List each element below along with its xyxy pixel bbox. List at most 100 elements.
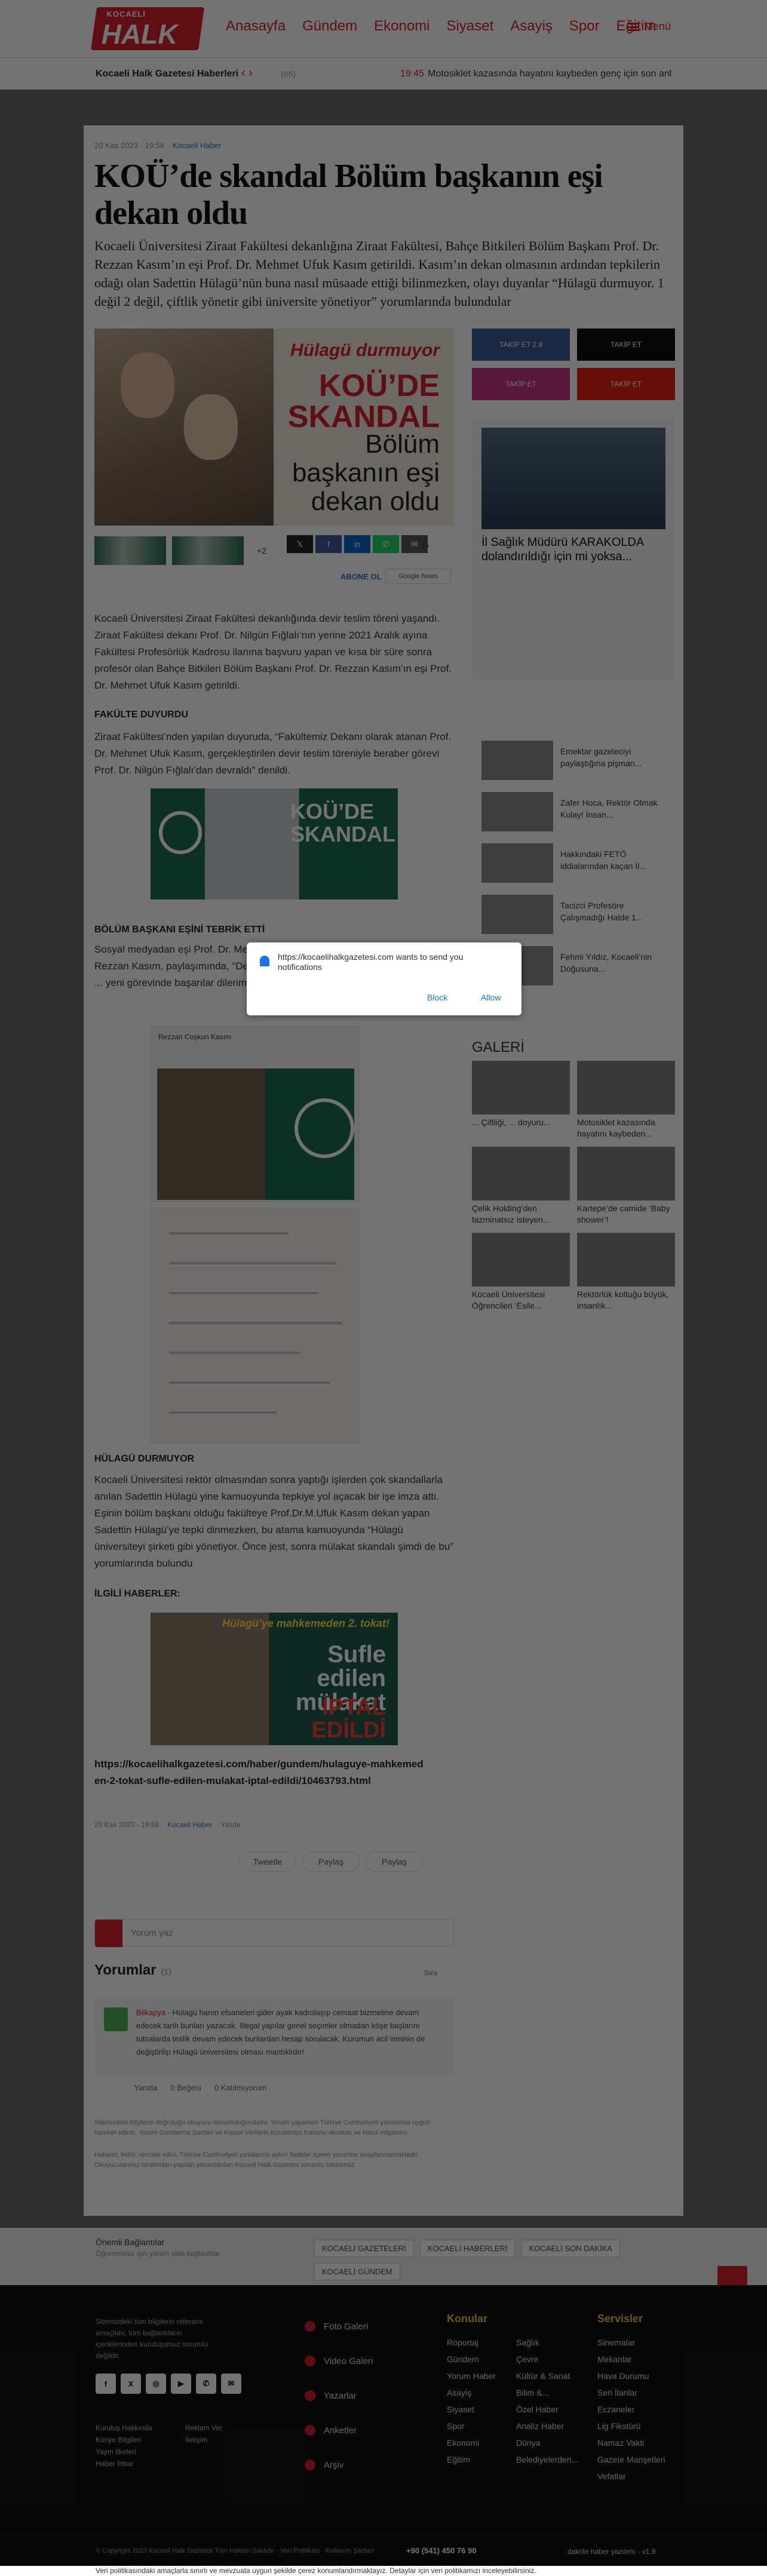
media-link[interactable]: Arşiv	[305, 2460, 373, 2470]
service-link[interactable]: Namaz Vakti	[597, 2434, 665, 2451]
topic-link[interactable]: Gündem	[447, 2351, 496, 2368]
nav-item-spor[interactable]: Spor	[569, 18, 600, 35]
whatsapp-icon[interactable]: ✆	[373, 535, 399, 553]
phone-icon[interactable]: ✆	[196, 2374, 216, 2394]
tag-link[interactable]: KOCAELİ GAZETELERİ	[314, 2240, 414, 2257]
facebook-icon[interactable]: f	[315, 535, 342, 553]
nav-item-siyaset[interactable]: Siyaset	[447, 18, 494, 35]
sidebar-news-item[interactable]: Hakkındaki FETÖ iddialarından kaçan İl..…	[481, 843, 665, 883]
related-news-image[interactable]: Hülagü’ye mahkemeden 2. tokat! Sufle edi…	[151, 1613, 398, 1745]
phone-number[interactable]: +90 (541) 450 76 90	[406, 2546, 476, 2555]
topic-link[interactable]: Yorum Haber	[447, 2368, 496, 2384]
media-link[interactable]: Foto Galeri	[305, 2321, 373, 2332]
document-image[interactable]	[151, 1208, 360, 1443]
service-link[interactable]: Mekanlar	[597, 2351, 665, 2368]
topic-link[interactable]: Eğitim	[447, 2451, 496, 2468]
menu-button[interactable]: Menü	[627, 20, 671, 33]
topic-link[interactable]: Röportaj	[447, 2334, 496, 2351]
service-link[interactable]: Vefatlar	[597, 2468, 665, 2485]
topic-link[interactable]: Özel Haber	[516, 2401, 578, 2418]
reply-button[interactable]: Yanıtla	[134, 2083, 158, 2092]
footer-link[interactable]: Kuruluş Hakkında	[96, 2424, 185, 2432]
footer-category[interactable]: Kocaeli Haber	[167, 1820, 212, 1829]
instagram-follow-button[interactable]: TAKİP ET	[472, 368, 570, 400]
font-size-button[interactable]: A	[422, 538, 429, 550]
allow-button[interactable]: Allow	[481, 993, 501, 1002]
sidebar-news-item[interactable]: Zafer Hoca, Rektör Olmak Kolay! İnsan...	[481, 792, 665, 831]
dislike-button[interactable]: 0 Katılmıyorum	[214, 2083, 266, 2092]
hero-image[interactable]: Hülagü durmuyor KOÜ’DE SKANDAL Bölüm baş…	[94, 328, 454, 526]
service-link[interactable]: Lig Fikstürü	[597, 2418, 665, 2434]
topic-link[interactable]: Spor	[447, 2418, 496, 2434]
thumb-more[interactable]: +2	[250, 536, 274, 565]
article-image-1[interactable]: KOÜ’DE SKANDAL	[151, 788, 398, 899]
topic-link[interactable]: Çevre	[516, 2351, 578, 2368]
footer-link[interactable]: Yayın İlkeleri	[96, 2448, 185, 2456]
topic-link[interactable]: Siyaset	[447, 2401, 496, 2418]
software-credit[interactable]: dakrilo haber yazılımı - v1.9	[567, 2547, 655, 2556]
topic-link[interactable]: Belediyelerden...	[516, 2451, 578, 2468]
gallery-item[interactable]: Kocaeli Üniversitesi Öğrencileri ‘Esile.…	[472, 1233, 570, 1312]
topic-link[interactable]: Dünya	[516, 2434, 578, 2451]
tweet-button[interactable]: Tweetle	[239, 1852, 296, 1872]
tag-link[interactable]: KOCAELİ GÜNDEM	[314, 2263, 400, 2280]
media-link[interactable]: Yazarlar	[305, 2390, 373, 2401]
featured-title[interactable]: İl Sağlık Müdürü KARAKOLDA dolandırıldığ…	[481, 535, 665, 564]
tag-link[interactable]: KOCAELİ SON DAKİKA	[521, 2240, 620, 2257]
featured-image[interactable]	[481, 428, 665, 529]
facebook-follow-button[interactable]: TAKİP ET 2.8	[472, 328, 570, 361]
topic-link[interactable]: Analiz Haber	[516, 2418, 578, 2434]
follow-label[interactable]: ABONE OL	[340, 572, 382, 581]
article-category[interactable]: Kocaeli Haber	[173, 141, 222, 150]
mail-icon[interactable]: ✉	[221, 2374, 241, 2394]
site-logo[interactable]: KOCAELİ HALK	[90, 7, 205, 50]
thumb-2[interactable]	[172, 536, 244, 565]
print-button[interactable]: Yazdır	[220, 1820, 241, 1829]
comment-author[interactable]: Bilkapya	[136, 2008, 165, 2017]
ticker-arrows[interactable]: ‹ ›	[241, 66, 253, 80]
thumb-1[interactable]	[94, 536, 166, 565]
service-link[interactable]: Sinemalar	[597, 2334, 665, 2351]
media-link[interactable]: Anketler	[305, 2425, 373, 2436]
linkedin-share-button[interactable]: Paylaş	[366, 1852, 423, 1872]
gallery-item[interactable]: Çelik Holding’den tazminatsız isteyen...	[472, 1147, 570, 1226]
footer-link[interactable]: Künye Bilgileri	[96, 2436, 185, 2444]
gallery-item[interactable]: Motosiklet kazasında hayatını kaybeden..…	[577, 1061, 675, 1140]
ticker-headline[interactable]: 19:45 Motosiklet kazasında hayatını kaybe…	[400, 69, 671, 79]
gallery-item[interactable]: Rektörlük koltuğu büyük, insanlık...	[577, 1233, 675, 1312]
service-link[interactable]: Gazete Manşetleri	[597, 2451, 665, 2468]
sidebar-news-item[interactable]: Emektar gazeteciyi paylaştığına pişman..…	[481, 741, 665, 780]
block-button[interactable]: Block	[427, 993, 447, 1002]
cookie-banner[interactable]: Veri politikasındaki amaçlarla sınırlı v…	[0, 2566, 767, 2576]
topic-link[interactable]: Ekonomi	[447, 2434, 496, 2451]
topic-link[interactable]: Sağlık	[516, 2334, 578, 2351]
youtube-follow-button[interactable]: TAKİP ET	[577, 368, 675, 400]
topic-link[interactable]: Bilim &...	[516, 2384, 578, 2401]
gallery-item[interactable]: Kartepe’de camide ‘Baby shower’!	[577, 1147, 675, 1226]
nav-item-asayis[interactable]: Asayiş	[510, 18, 553, 35]
x-icon[interactable]: 𝕏	[287, 535, 313, 553]
related-news-link[interactable]: https://kocaelihalkgazetesi.com/haber/gu…	[94, 1756, 429, 1789]
footer-link[interactable]	[185, 2460, 245, 2468]
gallery-item[interactable]: ... Çiftliği, ... doyuru...	[472, 1061, 570, 1140]
footer-link[interactable]	[185, 2448, 245, 2456]
x-icon[interactable]: X	[121, 2374, 141, 2394]
service-link[interactable]: Hava Durumu	[597, 2368, 665, 2384]
facebook-post-image[interactable]: Rezzan Coşkun Kasım	[151, 1026, 360, 1202]
x-follow-button[interactable]: TAKİP ET	[577, 328, 675, 361]
instagram-icon[interactable]: ◎	[146, 2374, 166, 2394]
service-link[interactable]: Eczaneler	[597, 2401, 665, 2418]
tag-link[interactable]: KOCAELİ HABERLERİ	[419, 2240, 516, 2257]
footer-link[interactable]: İletişim	[185, 2436, 245, 2444]
nav-item-gundem[interactable]: Gündem	[302, 18, 357, 35]
media-link[interactable]: Video Galeri	[305, 2356, 373, 2366]
linkedin-icon[interactable]: in	[344, 535, 370, 553]
comments-sort[interactable]: Sıra	[424, 1969, 437, 1977]
youtube-icon[interactable]: ▶	[171, 2374, 191, 2394]
sidebar-news-item[interactable]: Tacizci Profesöre Çalışmadığı Halde 1...	[481, 895, 665, 934]
comment-input[interactable]: Yorum yaz	[94, 1919, 454, 1947]
topic-link[interactable]: Kültür & Sanat	[516, 2368, 578, 2384]
facebook-icon[interactable]: f	[96, 2374, 116, 2394]
google-news-button[interactable]: Google News	[385, 569, 451, 584]
footer-link[interactable]: Reklam Ver	[185, 2424, 245, 2432]
